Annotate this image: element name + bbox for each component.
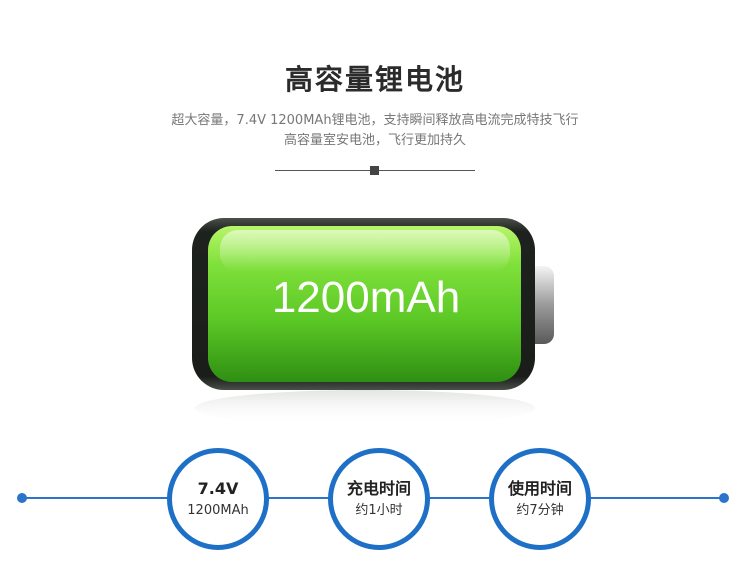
spec-detail: 1200MAh bbox=[187, 503, 249, 518]
spec-title: 充电时间 bbox=[346, 479, 411, 498]
battery-shine bbox=[220, 230, 510, 272]
timeline-endpoint-right bbox=[719, 493, 729, 503]
battery-reflection bbox=[195, 390, 535, 426]
spec-circle-voltage: 7.4V 1200MAh bbox=[167, 448, 269, 550]
spec-circle-usage-time: 使用时间 约7分钟 bbox=[489, 448, 591, 550]
spec-title: 使用时间 bbox=[507, 479, 572, 498]
spec-circle-charge-time: 充电时间 约1小时 bbox=[328, 448, 430, 550]
spec-title: 7.4V bbox=[197, 479, 239, 498]
battery-graphic: 1200mAh bbox=[192, 218, 554, 426]
timeline-endpoint-left bbox=[17, 493, 27, 503]
spec-detail: 约1小时 bbox=[355, 503, 403, 518]
spec-detail: 约7分钟 bbox=[516, 503, 564, 518]
battery-illustration: 1200mAh bbox=[0, 0, 750, 450]
battery-capacity-label: 1200mAh bbox=[272, 273, 460, 322]
